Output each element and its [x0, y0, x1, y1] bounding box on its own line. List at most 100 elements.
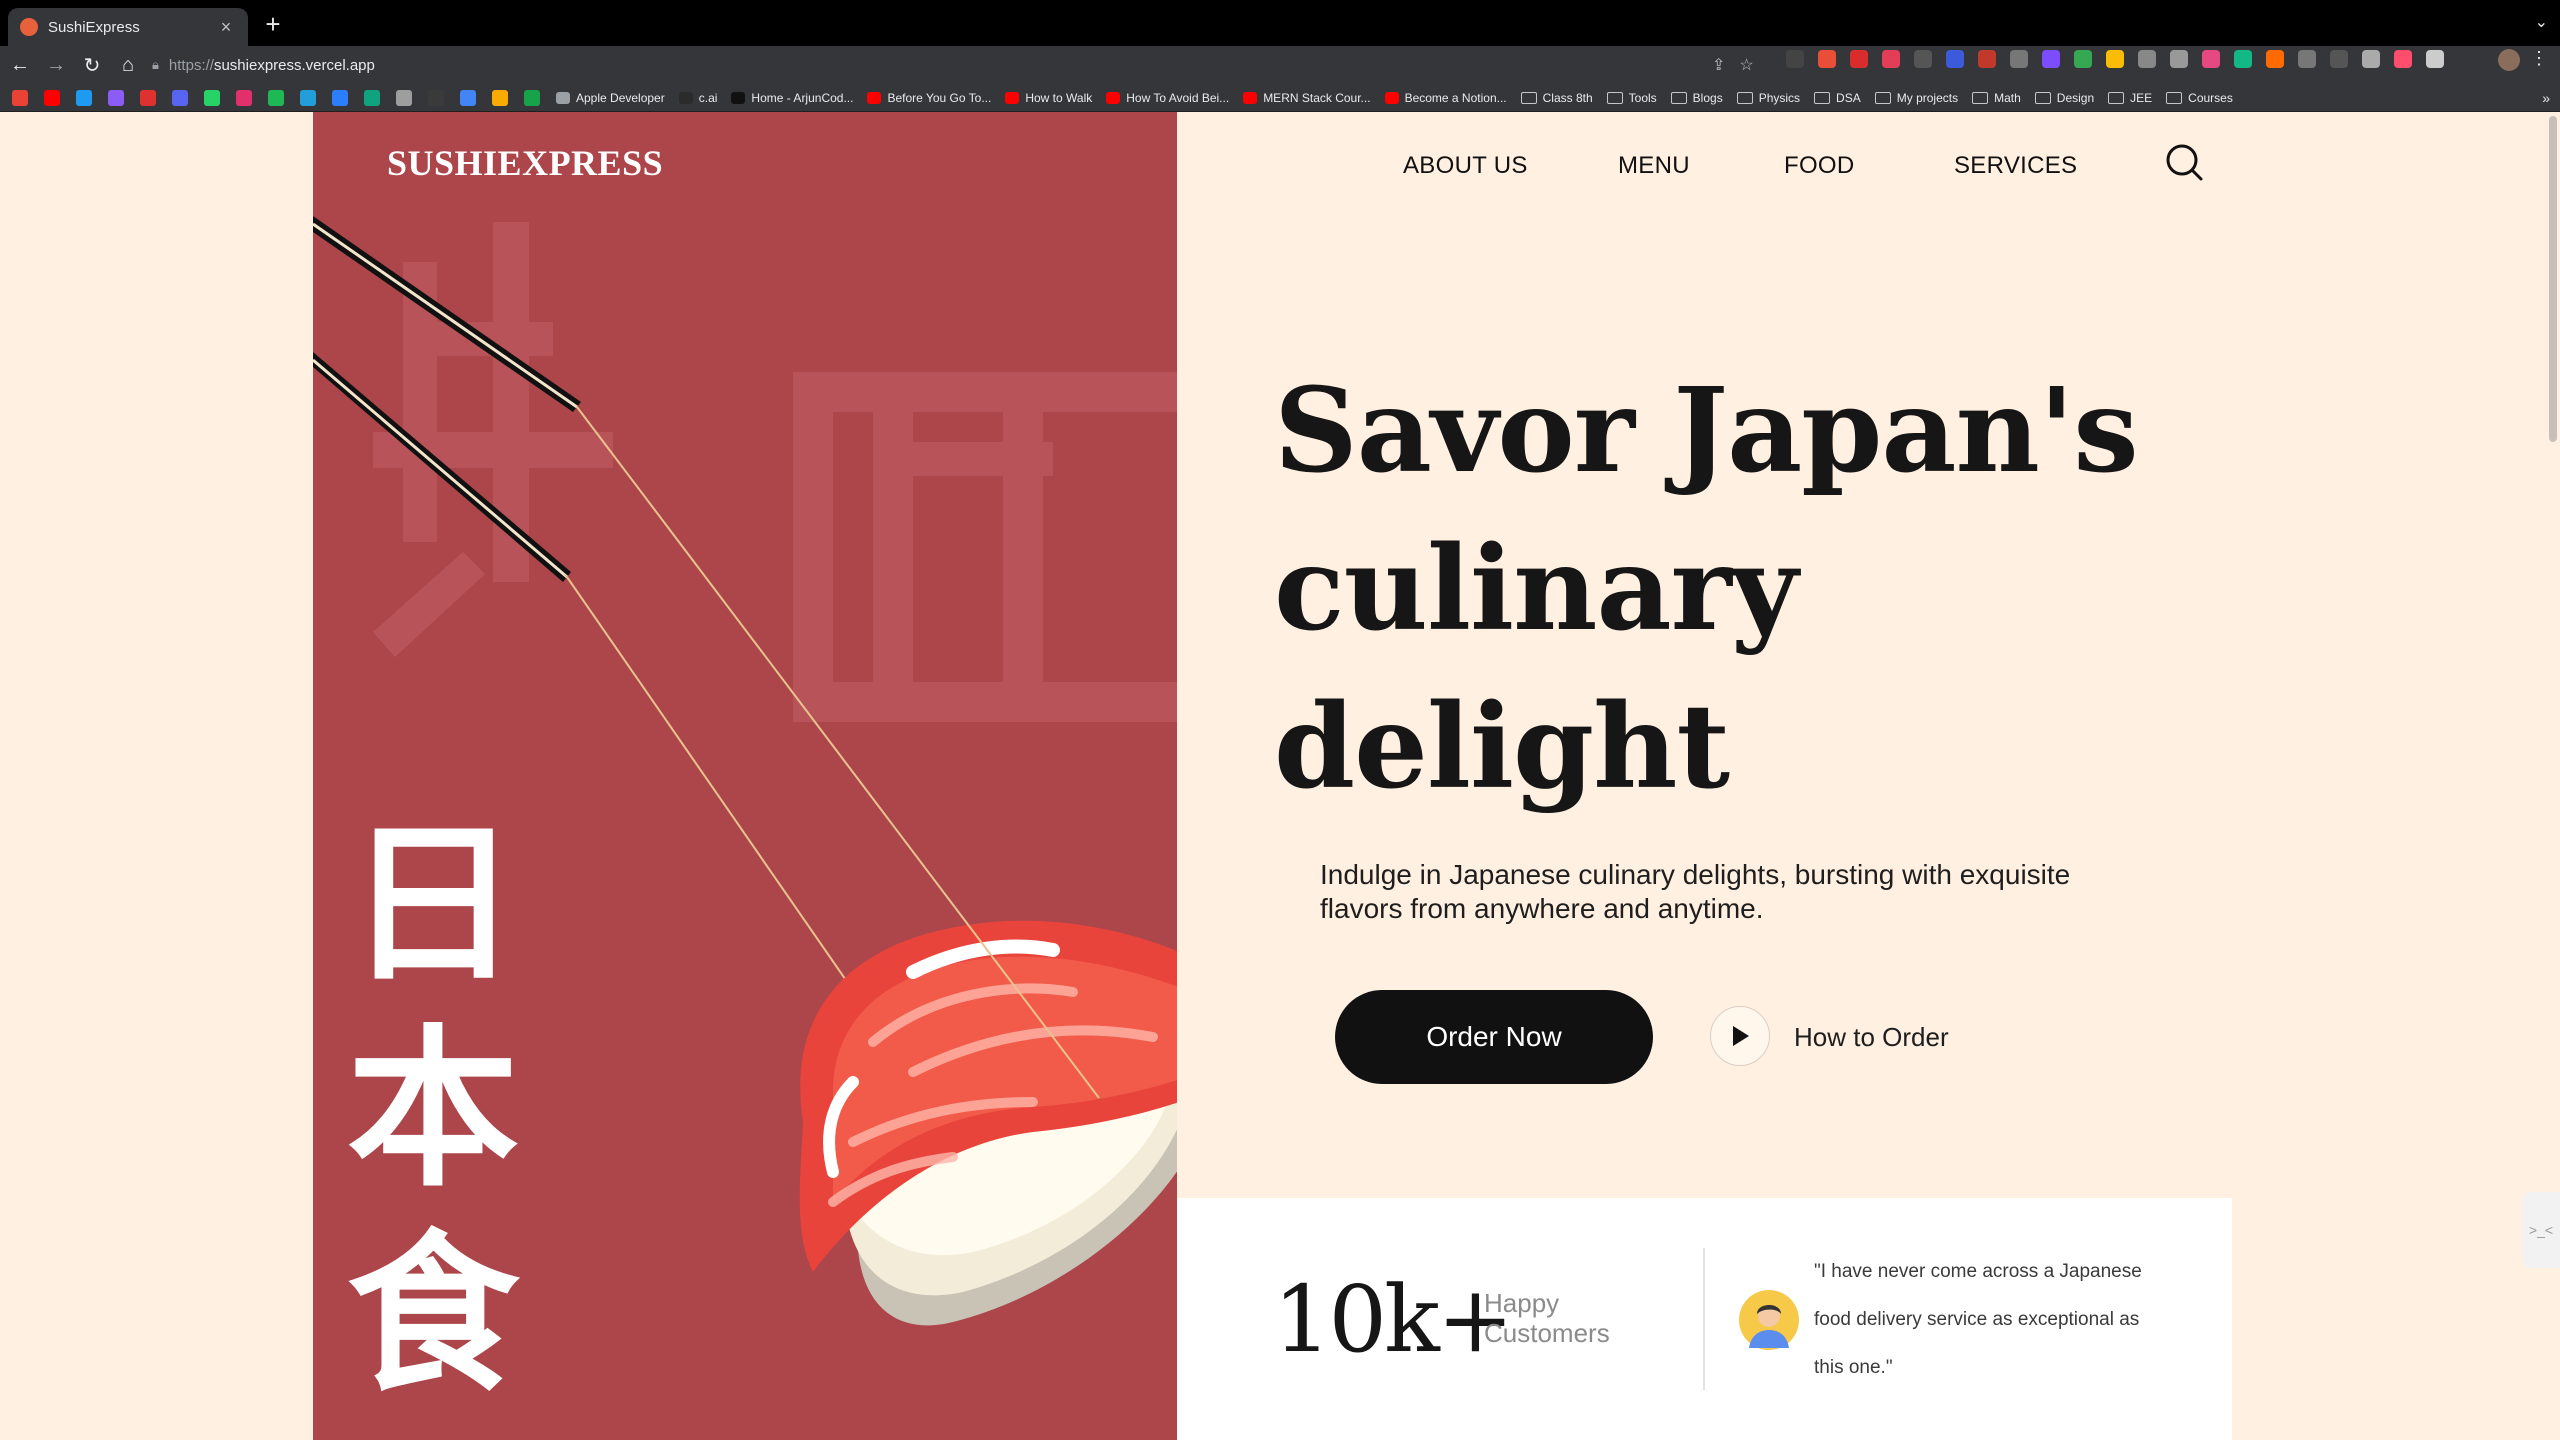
bookmark-favicon-icon[interactable]	[236, 89, 252, 106]
bookmark-item[interactable]: How To Avoid Bei...	[1106, 91, 1229, 105]
bookmark-folder[interactable]: Math	[1972, 91, 2021, 105]
extension-icon[interactable]	[1946, 50, 1964, 68]
reload-icon[interactable]: ↻	[76, 53, 108, 78]
bookmark-favicon-icon[interactable]	[12, 89, 28, 106]
extension-icon[interactable]	[2106, 50, 2124, 68]
side-widget-tab[interactable]: >_<	[2522, 1192, 2560, 1268]
extension-icon[interactable]	[2042, 50, 2060, 68]
browser-menu-icon[interactable]: ⋮	[2530, 48, 2548, 69]
bookmark-folder[interactable]: DSA	[1814, 91, 1861, 105]
bookmark-folder[interactable]: Tools	[1606, 91, 1657, 105]
bookmark-favicon-icon[interactable]	[460, 89, 476, 106]
headline-line: culinary	[1274, 521, 1798, 657]
bookmark-item[interactable]: MERN Stack Cour...	[1243, 91, 1371, 105]
extension-icon[interactable]	[2074, 50, 2092, 68]
url-host: sushiexpress.vercel.app	[213, 56, 375, 74]
testimonial-quote: "I have never come across a Japanese foo…	[1814, 1261, 2142, 1378]
extension-icon[interactable]	[2266, 50, 2284, 68]
search-icon[interactable]	[2164, 142, 2204, 182]
bookmark-favicon-icon	[678, 91, 693, 104]
bookmark-list: Apple Developer c.ai Home - ArjunCod... Bef…	[556, 91, 2247, 105]
bookmark-favicon-icon	[1106, 91, 1121, 104]
bookmark-favicon-icon[interactable]	[364, 89, 380, 106]
extension-icon[interactable]	[1978, 50, 1996, 68]
bookmark-label: Before You Go To...	[887, 90, 992, 105]
new-tab-button[interactable]: +	[258, 9, 288, 39]
bookmark-favicon-icon[interactable]	[428, 89, 444, 106]
bookmark-folder[interactable]: My projects	[1874, 91, 1958, 105]
scrollbar-thumb[interactable]	[2549, 116, 2557, 442]
extension-icon[interactable]	[2170, 50, 2188, 68]
headline-line: delight	[1274, 679, 1730, 815]
extension-icon[interactable]	[2330, 50, 2348, 68]
browser-tab[interactable]: SushiExpress ×	[8, 8, 248, 46]
bookmark-item[interactable]: Before You Go To...	[867, 91, 991, 105]
bookmark-favicon-icon[interactable]	[396, 89, 412, 106]
omnibox-actions: ⇪ ☆	[1712, 55, 1754, 75]
bookmark-folder[interactable]: Class 8th	[1520, 91, 1593, 105]
hero-image-panel: SUSHIEXPRESS 日 本 食	[313, 112, 1177, 1440]
order-now-button[interactable]: Order Now	[1335, 990, 1653, 1084]
bookmark-item[interactable]: Home - ArjunCod...	[731, 91, 853, 105]
happy-customers-count: 10k+	[1273, 1266, 1514, 1373]
bookmark-favicon-icon	[867, 91, 882, 104]
extension-icon[interactable]	[2202, 50, 2220, 68]
address-bar[interactable]: 🔒︎ https:// sushiexpress.vercel.app	[140, 50, 1780, 80]
bookmark-favicon-icon[interactable]	[172, 89, 188, 106]
how-to-order-link[interactable]: How to Order	[1794, 1022, 1949, 1053]
play-button[interactable]	[1710, 1006, 1770, 1066]
bookmark-folder[interactable]: JEE	[2108, 91, 2152, 105]
bookmark-favicon-icon[interactable]	[76, 89, 92, 106]
bookmark-favicon-icon[interactable]	[268, 89, 284, 106]
share-icon[interactable]: ⇪	[1712, 55, 1725, 75]
nav-menu[interactable]: MENU	[1618, 152, 1690, 180]
bookmark-item[interactable]: Become a Notion...	[1384, 91, 1507, 105]
bookmark-folder[interactable]: Design	[2034, 90, 2095, 105]
extension-icon[interactable]	[2138, 50, 2156, 68]
folder-icon	[1606, 91, 1623, 104]
bookmark-folder[interactable]: Blogs	[1670, 91, 1723, 105]
bookmark-star-icon[interactable]: ☆	[1739, 55, 1753, 75]
bookmark-favicon-icon[interactable]	[300, 89, 316, 106]
bookmark-item[interactable]: c.ai	[678, 91, 717, 105]
nav-food[interactable]: FOOD	[1784, 152, 1855, 180]
bookmark-favicon-icon[interactable]	[492, 89, 508, 106]
more-bookmarks-icon[interactable]: »	[2542, 90, 2550, 106]
bookmark-label: How to Walk	[1025, 90, 1093, 105]
close-tab-icon[interactable]: ×	[216, 17, 236, 38]
bookmark-folder[interactable]: Courses	[2166, 91, 2233, 105]
extension-icon[interactable]	[1786, 50, 1804, 68]
bookmark-folder[interactable]: Physics	[1736, 91, 1800, 105]
hero-headline: Savor Japan's culinary delight	[1274, 352, 2174, 826]
bookmark-label: Design	[2056, 90, 2095, 105]
bookmark-item[interactable]: How to Walk	[1005, 91, 1092, 105]
bookmark-favicon-icon[interactable]	[332, 89, 348, 106]
extension-icon[interactable]	[1818, 50, 1836, 68]
extension-icon[interactable]	[1914, 50, 1932, 68]
extension-icon[interactable]	[2362, 50, 2380, 68]
extension-icon[interactable]	[2426, 50, 2444, 68]
extension-icon[interactable]	[2298, 50, 2316, 68]
bookmark-favicon-icon[interactable]	[140, 89, 156, 106]
profile-avatar[interactable]	[2498, 49, 2520, 71]
nav-about-us[interactable]: ABOUT US	[1403, 152, 1528, 180]
bookmark-favicon-icon[interactable]	[108, 89, 124, 106]
extension-icon[interactable]	[2394, 50, 2412, 68]
back-arrow-icon[interactable]: ←	[4, 54, 36, 77]
bookmark-favicon-icon[interactable]	[204, 89, 220, 106]
tab-search-chevron-icon[interactable]: ⌄	[2535, 12, 2548, 32]
kanji-char: 食	[347, 1214, 519, 1415]
forward-arrow-icon[interactable]: →	[40, 54, 72, 77]
kanji-char: 日	[347, 804, 519, 1005]
extension-icon[interactable]	[1850, 50, 1868, 68]
vertical-kanji: 日 本 食	[343, 802, 523, 1417]
extension-icon[interactable]	[2010, 50, 2028, 68]
folder-icon	[2166, 91, 2183, 104]
bookmark-item[interactable]: Apple Developer	[556, 91, 665, 105]
bookmark-label: Apple Developer	[576, 90, 665, 105]
bookmark-favicon-icon[interactable]	[524, 89, 540, 106]
extension-icon[interactable]	[1882, 50, 1900, 68]
extension-icon[interactable]	[2234, 50, 2252, 68]
bookmark-favicon-icon[interactable]	[44, 89, 60, 106]
nav-services[interactable]: SERVICES	[1954, 152, 2077, 180]
